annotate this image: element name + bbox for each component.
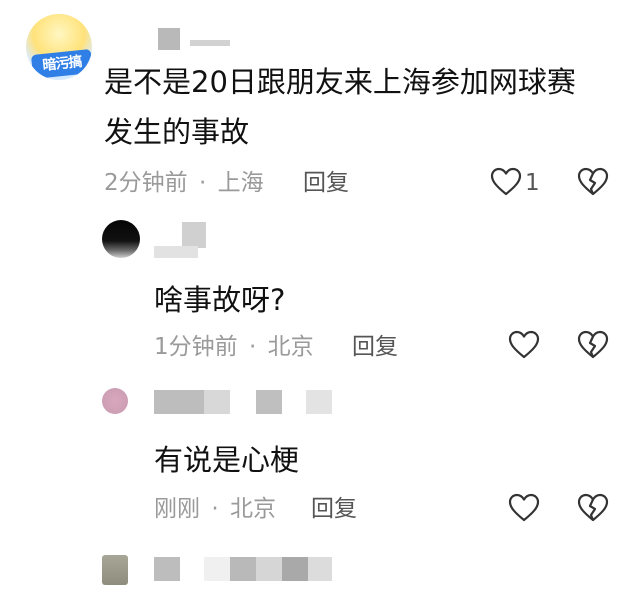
reply-button[interactable]: 回复: [303, 168, 349, 198]
broken-heart-icon[interactable]: [577, 493, 609, 523]
redaction-block: [154, 390, 204, 414]
meta-separator: ·: [248, 334, 257, 360]
timestamp: 刚刚: [154, 496, 200, 522]
avatar[interactable]: [102, 388, 128, 414]
avatar[interactable]: [102, 220, 140, 258]
redaction-block: [204, 557, 230, 581]
comment-text-line: 发生的事故: [104, 115, 250, 149]
redaction-block: [256, 557, 282, 581]
heart-icon[interactable]: [508, 330, 540, 360]
comment-thread: 暗污搞 是不是20日跟朋友来上海参加网球赛 发生的事故 2分钟前 · 上海 回复…: [0, 0, 640, 600]
comment-meta: 2分钟前 · 上海: [104, 168, 264, 198]
redaction-block: [308, 557, 332, 581]
reply-button[interactable]: 回复: [352, 332, 398, 362]
reply-button[interactable]: 回复: [311, 494, 357, 524]
redaction-block: [204, 390, 230, 414]
redaction-block: [154, 246, 198, 258]
redaction-block: [190, 40, 230, 46]
heart-icon[interactable]: [490, 167, 522, 197]
redaction-block: [182, 222, 206, 248]
avatar-badge: 暗污搞: [30, 48, 92, 80]
meta-separator: ·: [198, 170, 207, 196]
location: 北京: [229, 496, 276, 522]
avatar[interactable]: [102, 555, 128, 585]
avatar[interactable]: 暗污搞: [26, 14, 92, 80]
comment-text-line: 是不是20日跟朋友来上海参加网球赛: [104, 65, 576, 99]
location: 北京: [267, 334, 314, 360]
redaction-block: [158, 28, 180, 50]
comment-meta: 刚刚 · 北京: [154, 494, 276, 524]
redaction-block: [282, 557, 308, 581]
comment-text: 有说是心梗: [154, 443, 300, 477]
redaction-block: [256, 390, 282, 414]
meta-separator: ·: [211, 496, 219, 522]
timestamp: 2分钟前: [104, 170, 188, 196]
comment-text: 啥事故呀?: [154, 283, 286, 317]
like-count: 1: [525, 170, 540, 196]
timestamp: 1分钟前: [154, 334, 238, 360]
heart-icon[interactable]: [508, 493, 540, 523]
redaction-block: [306, 390, 332, 414]
location: 上海: [217, 170, 264, 196]
redaction-block: [154, 557, 180, 581]
comment-meta: 1分钟前 · 北京: [154, 332, 314, 362]
broken-heart-icon[interactable]: [577, 167, 609, 197]
broken-heart-icon[interactable]: [577, 330, 609, 360]
redaction-block: [230, 557, 256, 581]
